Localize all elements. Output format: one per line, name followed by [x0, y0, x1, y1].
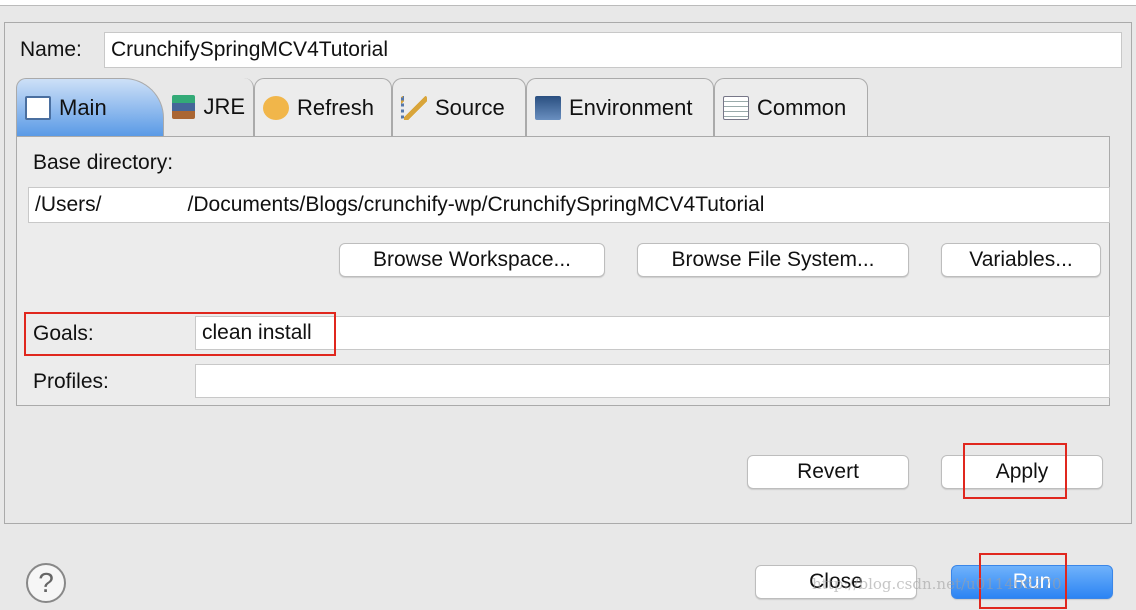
path-prefix: /Users/ [35, 193, 102, 216]
browse-workspace-button[interactable]: Browse Workspace... [339, 243, 605, 277]
tab-main[interactable]: Main [16, 78, 164, 136]
path-suffix: /Documents/Blogs/crunchify-wp/CrunchifyS… [187, 193, 765, 216]
name-label: Name: [20, 38, 82, 61]
base-directory-label: Base directory: [33, 151, 174, 174]
environment-icon [535, 95, 561, 120]
profiles-label: Profiles: [33, 370, 109, 393]
library-books-icon [172, 95, 196, 119]
tab-source[interactable]: Source [392, 78, 526, 136]
tab-jre[interactable]: JRE [164, 78, 254, 136]
tab-label: Source [435, 94, 505, 120]
tab-label: Refresh [297, 94, 375, 120]
refresh-icon [263, 95, 289, 120]
help-icon[interactable]: ? [26, 563, 66, 603]
apply-highlight-box [963, 443, 1067, 499]
watermark: http://blog.csdn.net/u011408270 [812, 575, 1062, 593]
revert-button[interactable]: Revert [747, 455, 909, 489]
window-top-edge [0, 0, 1136, 6]
tab-refresh[interactable]: Refresh [254, 78, 392, 136]
goals-highlight-box [24, 312, 336, 356]
source-tree-icon [401, 95, 427, 120]
tab-bar: Main JRE Refresh Source Environment Comm… [16, 78, 868, 136]
tab-environment[interactable]: Environment [526, 78, 714, 136]
main-tab-icon [25, 95, 51, 120]
tab-label: JRE [203, 94, 245, 119]
tab-label: Main [59, 94, 107, 120]
tab-common[interactable]: Common [714, 78, 868, 136]
tab-label: Environment [569, 94, 693, 120]
variables-button[interactable]: Variables... [941, 243, 1101, 277]
browse-file-system-button[interactable]: Browse File System... [637, 243, 909, 277]
table-icon [723, 95, 749, 120]
tab-label: Common [757, 94, 847, 120]
profiles-input[interactable] [195, 364, 1110, 398]
base-directory-input[interactable]: /Users/ /Documents/Blogs/crunchify-wp/Cru… [28, 187, 1110, 223]
name-input[interactable]: CrunchifySpringMCV4Tutorial [104, 32, 1122, 68]
